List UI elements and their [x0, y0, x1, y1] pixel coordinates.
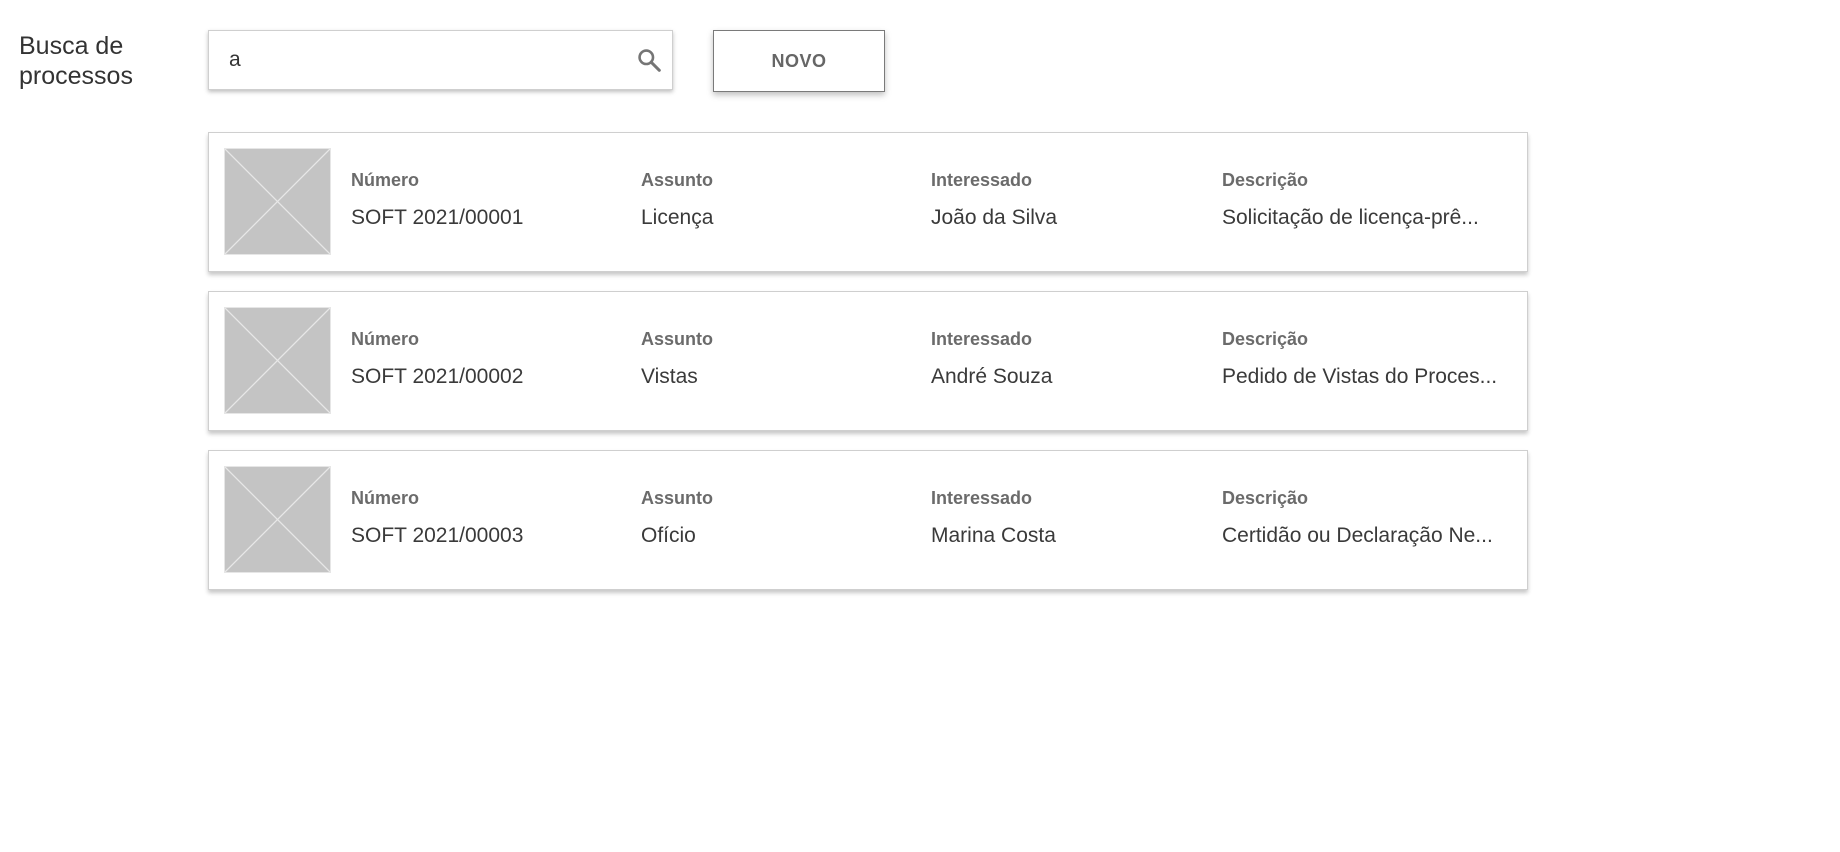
field-value-assunto: Ofício [641, 524, 696, 547]
field-label-interessado: Interessado [931, 488, 1033, 508]
image-placeholder-icon [224, 148, 331, 255]
field-label-descricao: Descrição [1222, 170, 1309, 190]
process-list: Número SOFT 2021/00001 Assunto Licença I… [208, 132, 1528, 609]
field-value-descricao: Solicitação de licença-prê... [1222, 206, 1479, 229]
field-value-interessado: João da Silva [931, 206, 1058, 229]
field-value-interessado: Marina Costa [931, 524, 1056, 547]
process-card[interactable]: Número SOFT 2021/00001 Assunto Licença I… [208, 132, 1528, 272]
field-label-interessado: Interessado [931, 329, 1033, 349]
page: Busca de processos NOVO Número SOFT 2021… [0, 0, 1840, 852]
new-button[interactable]: NOVO [713, 30, 885, 92]
field-interessado: Interessado André Souza [931, 328, 1191, 390]
field-assunto: Assunto Vistas [641, 328, 901, 390]
field-value-descricao: Pedido de Vistas do Proces... [1222, 365, 1498, 388]
image-placeholder-icon [224, 466, 331, 573]
field-interessado: Interessado Marina Costa [931, 487, 1191, 549]
field-label-descricao: Descrição [1222, 488, 1309, 508]
field-label-numero: Número [351, 170, 420, 190]
field-label-interessado: Interessado [931, 170, 1033, 190]
field-value-assunto: Vistas [641, 365, 698, 388]
field-descricao: Descrição Solicitação de licença-prê... [1222, 169, 1512, 231]
process-card[interactable]: Número SOFT 2021/00003 Assunto Ofício In… [208, 450, 1528, 590]
search-icon[interactable] [636, 47, 662, 73]
field-label-numero: Número [351, 488, 420, 508]
field-label-descricao: Descrição [1222, 329, 1309, 349]
field-value-numero: SOFT 2021/00003 [351, 524, 524, 547]
field-value-numero: SOFT 2021/00002 [351, 365, 524, 388]
field-value-assunto: Licença [641, 206, 714, 229]
field-descricao: Descrição Pedido de Vistas do Proces... [1222, 328, 1512, 390]
page-title: Busca de processos [19, 32, 133, 90]
search-input[interactable] [229, 31, 609, 89]
process-card[interactable]: Número SOFT 2021/00002 Assunto Vistas In… [208, 291, 1528, 431]
field-assunto: Assunto Licença [641, 169, 901, 231]
field-numero: Número SOFT 2021/00003 [351, 487, 611, 549]
search-box[interactable] [208, 30, 673, 90]
field-label-assunto: Assunto [641, 488, 713, 508]
field-label-assunto: Assunto [641, 329, 713, 349]
field-value-descricao: Certidão ou Declaração Ne... [1222, 524, 1493, 547]
field-descricao: Descrição Certidão ou Declaração Ne... [1222, 487, 1512, 549]
field-value-numero: SOFT 2021/00001 [351, 206, 524, 229]
image-placeholder-icon [224, 307, 331, 414]
field-value-interessado: André Souza [931, 365, 1053, 388]
field-label-assunto: Assunto [641, 170, 713, 190]
field-interessado: Interessado João da Silva [931, 169, 1191, 231]
field-assunto: Assunto Ofício [641, 487, 901, 549]
field-numero: Número SOFT 2021/00002 [351, 328, 611, 390]
field-numero: Número SOFT 2021/00001 [351, 169, 611, 231]
field-label-numero: Número [351, 329, 420, 349]
